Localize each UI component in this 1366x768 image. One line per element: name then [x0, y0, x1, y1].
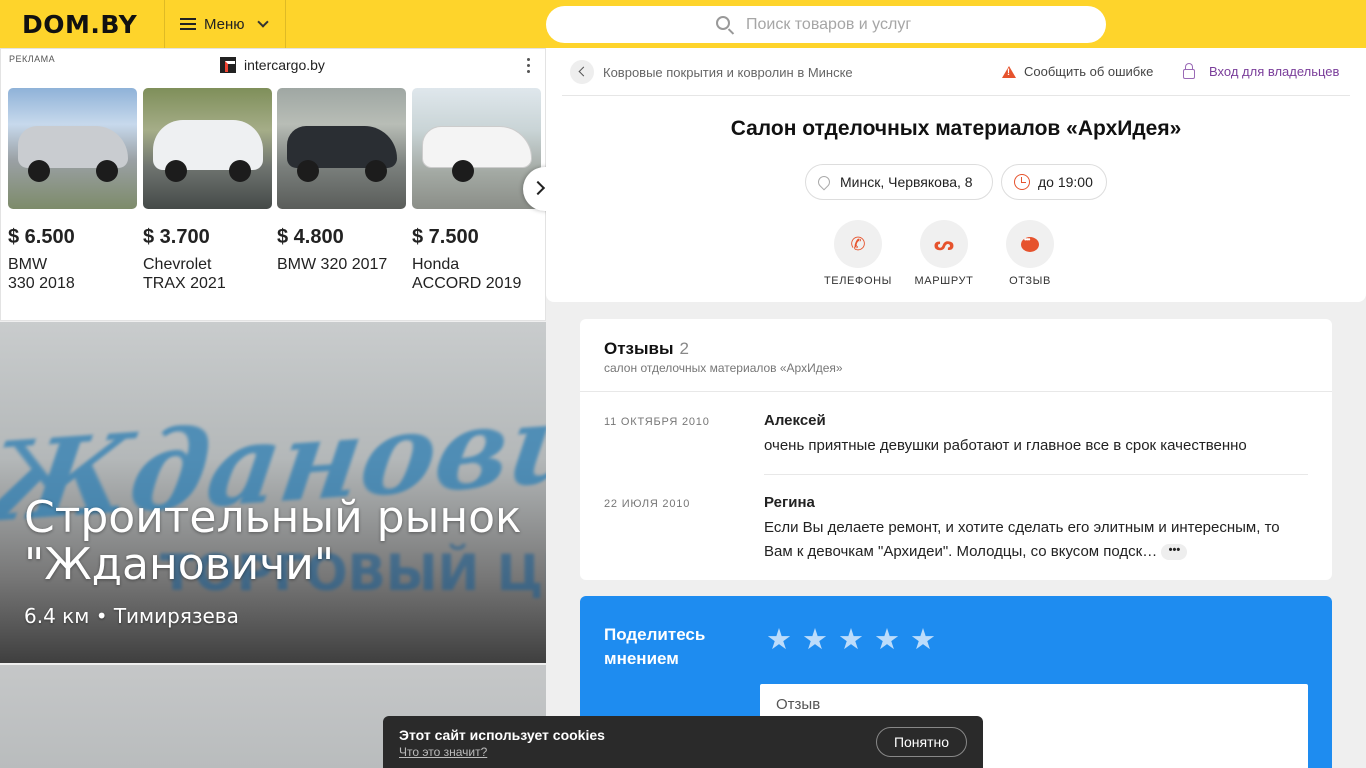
review-author: Регина: [764, 494, 815, 511]
address-text: Минск, Червякова, 8: [840, 174, 973, 190]
car-price: $ 6.500: [8, 226, 75, 248]
ad-carousel: РЕКЛАМА intercargo.by $ 6.500 BMW 330 20…: [0, 48, 555, 321]
route-label: МАРШРУТ: [914, 275, 974, 287]
car-image: [8, 88, 137, 209]
owner-login-link[interactable]: Вход для владельцев: [1183, 62, 1340, 79]
review-text: Если Вы делаете ремонт, и хотите сделать…: [764, 519, 1280, 560]
reviews-subtitle: салон отделочных материалов «АрхИдея»: [604, 361, 843, 375]
car-shape: [422, 126, 532, 168]
phone-icon: ✆: [834, 220, 882, 268]
search-icon: [716, 16, 730, 30]
reviews-title: Отзывы: [604, 339, 674, 358]
car-price: $ 3.700: [143, 226, 210, 248]
review-text: очень приятные девушки работают и главно…: [764, 437, 1247, 454]
back-button[interactable]: [570, 60, 594, 84]
search-input[interactable]: [746, 15, 936, 34]
ad-label: РЕКЛАМА: [9, 54, 56, 64]
clock-icon: [1014, 174, 1030, 190]
location-pin-icon: [815, 173, 833, 191]
star-icon[interactable]: ★: [802, 626, 828, 655]
promo-title: Строительный рынок "Ждановичи": [24, 492, 522, 590]
hamburger-icon: [180, 18, 196, 30]
hours-chip[interactable]: до 19:00: [1001, 164, 1107, 200]
star-icon[interactable]: ★: [910, 626, 936, 655]
advertiser-logo-icon: [220, 57, 236, 73]
breadcrumb[interactable]: Ковровые покрытия и ковролин в Минске: [603, 65, 853, 80]
divider: [562, 95, 1350, 96]
expand-review-button[interactable]: •••: [1161, 544, 1188, 561]
report-error-link[interactable]: Сообщить об ошибке: [1002, 64, 1153, 79]
share-opinion-title: Поделитесь мнением: [604, 625, 706, 668]
top-header: DOM.BY Меню: [0, 0, 1366, 48]
page-title: Салон отделочных материалов «АрхИдея»: [730, 117, 1182, 140]
search-bar[interactable]: [546, 6, 1106, 43]
car-name: Honda ACCORD 2019: [412, 256, 522, 292]
report-error-label: Сообщить об ошибке: [1024, 64, 1154, 79]
car-image: [277, 88, 406, 209]
menu-label: Меню: [204, 15, 245, 33]
cookie-banner: Этот сайт использует cookies Что это зна…: [383, 716, 983, 768]
divider: [580, 391, 1332, 392]
review-author: Алексей: [764, 412, 826, 429]
car-card[interactable]: $ 7.500 Honda ACCORD 2019: [412, 88, 541, 293]
review-button[interactable]: ОТЗЫВ: [980, 220, 1080, 287]
cookie-info-link[interactable]: Что это значит?: [399, 745, 487, 759]
car-image: [143, 88, 272, 209]
star-icon[interactable]: ★: [874, 626, 900, 655]
route-icon: ᔕ: [920, 220, 968, 268]
hours-text: до 19:00: [1038, 174, 1093, 190]
ad-source-name: intercargo.by: [244, 57, 325, 73]
car-list: $ 6.500 BMW 330 2018 $ 3.700 Chevrolet T…: [8, 88, 546, 308]
car-card[interactable]: $ 6.500 BMW 330 2018: [8, 88, 137, 293]
ad-source[interactable]: intercargo.by: [220, 57, 325, 73]
review-text-wrap: Если Вы делаете ремонт, и хотите сделать…: [764, 516, 1304, 564]
car-card[interactable]: $ 4.800 BMW 320 2017: [277, 88, 406, 274]
star-icon[interactable]: ★: [766, 626, 792, 655]
car-name: BMW 320 2017: [277, 256, 388, 273]
divider: [764, 474, 1308, 475]
owner-login-label: Вход для владельцев: [1209, 64, 1340, 79]
cookie-title: Этот сайт использует cookies: [399, 727, 605, 743]
reviews-count: 2: [679, 339, 689, 358]
reviews-card: Отзывы 2 салон отделочных материалов «Арх…: [580, 319, 1332, 580]
promo-banner[interactable]: Ждановичи ТОРГОВЫЙ ЦЕНТР Строительный ры…: [0, 322, 546, 663]
site-logo[interactable]: DOM.BY: [22, 10, 137, 39]
car-card[interactable]: $ 3.700 Chevrolet TRAX 2021: [143, 88, 272, 293]
review-date: 22 ИЮЛЯ 2010: [604, 498, 691, 510]
car-name: BMW 330 2018: [8, 256, 75, 292]
reviews-heading: Отзывы 2: [604, 339, 689, 359]
cookie-accept-button[interactable]: Понятно: [876, 727, 967, 757]
car-image: [412, 88, 541, 209]
address-chip[interactable]: Минск, Червякова, 8: [805, 164, 993, 200]
car-price: $ 7.500: [412, 226, 479, 248]
chevron-down-icon: [256, 15, 269, 28]
route-button[interactable]: ᔕ МАРШРУТ: [894, 220, 994, 287]
review-date: 11 ОКТЯБРЯ 2010: [604, 416, 710, 428]
car-name: Chevrolet TRAX 2021: [143, 256, 226, 292]
promo-meta: 6.4 км • Тимирязева: [24, 604, 239, 628]
warning-icon: [1002, 65, 1016, 78]
phones-button[interactable]: ✆ ТЕЛЕФОНЫ: [808, 220, 908, 287]
chat-icon: [1006, 220, 1054, 268]
star-icon[interactable]: ★: [838, 626, 864, 655]
shop-header-card: Ковровые покрытия и ковролин в Минске Со…: [546, 48, 1366, 302]
review-label: ОТЗЫВ: [1009, 275, 1051, 287]
menu-button[interactable]: Меню: [164, 0, 286, 48]
more-options-icon[interactable]: [527, 58, 531, 74]
rating-stars: ★ ★ ★ ★ ★: [766, 626, 946, 655]
phones-label: ТЕЛЕФОНЫ: [823, 275, 892, 287]
car-price: $ 4.800: [277, 226, 344, 248]
lock-icon: [1183, 62, 1195, 79]
